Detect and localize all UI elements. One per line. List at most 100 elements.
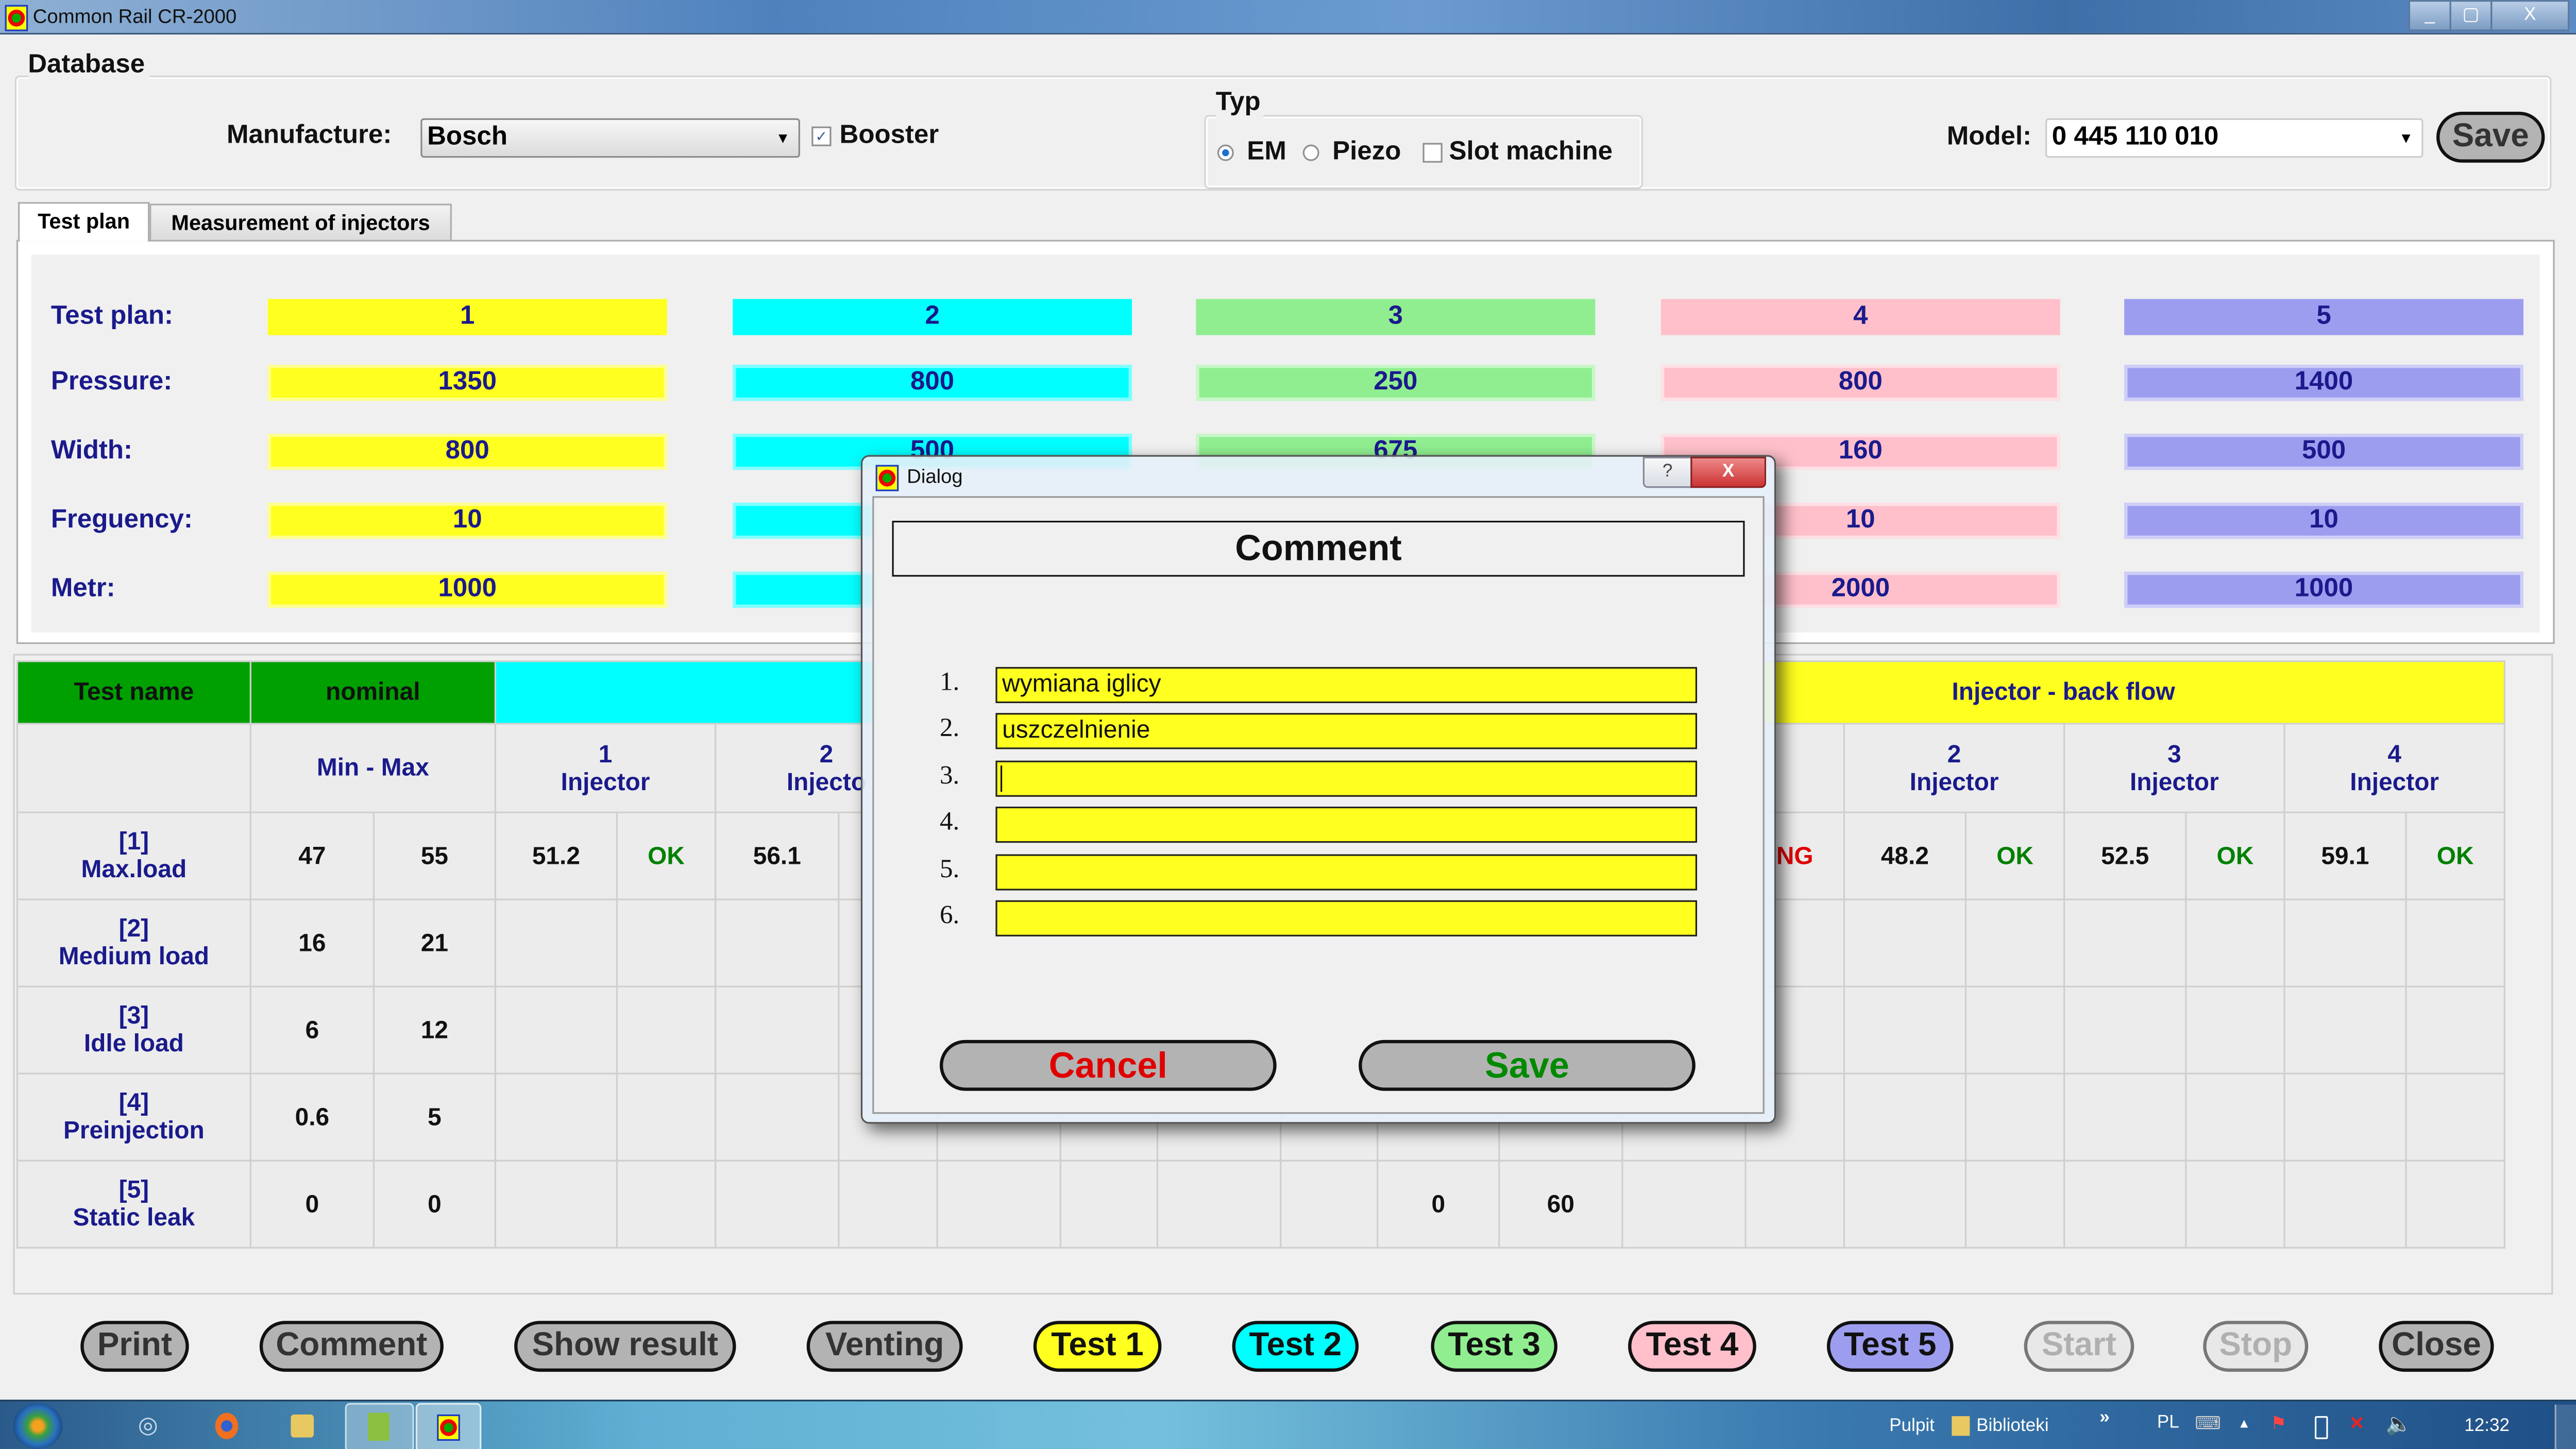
test-4-button[interactable]: Test 4 xyxy=(1628,1321,1756,1372)
model-label: Model: xyxy=(1946,123,2032,151)
subheader-min-max: Min - Max xyxy=(249,723,497,813)
value-cell xyxy=(2283,898,2407,987)
print-button[interactable]: Print xyxy=(80,1321,189,1372)
piezo-label: Piezo xyxy=(1332,138,1401,166)
dialog-save-button[interactable]: Save xyxy=(1359,1039,1696,1091)
start-button[interactable] xyxy=(13,1403,63,1449)
test-plan-value-field[interactable]: 1350 xyxy=(267,365,667,401)
value-cell xyxy=(2063,1160,2187,1249)
test-plan-value-field[interactable]: 500 xyxy=(2124,433,2523,470)
close-window-button[interactable]: X xyxy=(2490,0,2570,31)
dialog-title: Dialog xyxy=(907,465,963,488)
toolbar-chevron[interactable]: » xyxy=(2099,1408,2110,1427)
value-cell: 60 xyxy=(1498,1160,1623,1249)
header-nominal: nominal xyxy=(249,660,497,725)
comment-line-input[interactable]: wymiana iglicy xyxy=(995,667,1698,704)
libraries-icon xyxy=(1952,1416,1970,1436)
taskbar-app-cr2000[interactable] xyxy=(415,1403,482,1449)
test-plan-value-field[interactable]: 10 xyxy=(267,502,667,539)
value-cell xyxy=(2405,898,2505,987)
value-cell: 0.6 xyxy=(249,1072,375,1162)
keyboard-icon[interactable]: ⌨ xyxy=(2195,1413,2221,1434)
comment-line-input[interactable] xyxy=(995,760,1698,797)
language-indicator[interactable]: PL xyxy=(2157,1413,2179,1433)
model-save-button[interactable]: Save xyxy=(2436,111,2545,163)
manufacture-value: Bosch xyxy=(427,123,508,151)
test-plan-number: 4 xyxy=(1660,299,2060,335)
value-cell: 21 xyxy=(372,898,497,987)
tab-measurement-of-injectors[interactable]: Measurement of injectors xyxy=(149,203,452,240)
test-1-button[interactable]: Test 1 xyxy=(1033,1321,1162,1372)
slot-machine-label: Slot machine xyxy=(1449,138,1613,166)
battery-icon[interactable] xyxy=(2315,1416,2328,1439)
em-radio[interactable] xyxy=(1217,144,1234,161)
window-title: Common Rail CR-2000 xyxy=(32,5,237,28)
dialog-close-button[interactable]: X xyxy=(1690,456,1766,488)
test-plan-value-field[interactable]: 1400 xyxy=(2124,365,2523,401)
model-combobox[interactable]: 0 445 110 010 ▼ xyxy=(2045,118,2424,158)
volume-icon[interactable]: 🔈 xyxy=(2385,1411,2412,1438)
comment-line-input[interactable] xyxy=(995,900,1698,936)
test-plan-value-field[interactable]: 800 xyxy=(1660,365,2060,401)
comment-line-input[interactable] xyxy=(995,854,1698,890)
comment-line-input[interactable] xyxy=(995,807,1698,843)
subheader-injector: 4 Injector xyxy=(2283,723,2505,813)
close-button[interactable]: Close xyxy=(2379,1321,2494,1372)
subheader-injector: 2 Injector xyxy=(1843,723,2065,813)
value-cell xyxy=(1059,1160,1159,1249)
minimize-button[interactable]: _ xyxy=(2408,0,2451,31)
value-cell: 47 xyxy=(249,811,375,900)
test-5-button[interactable]: Test 5 xyxy=(1826,1321,1954,1372)
booster-checkbox[interactable]: ✓ xyxy=(811,126,832,146)
comment-line-input[interactable]: uszczelnienie xyxy=(995,713,1698,750)
show-desktop-button[interactable] xyxy=(2554,1404,2576,1449)
tab-test-plan[interactable]: Test plan xyxy=(18,202,150,242)
firefox-icon[interactable] xyxy=(215,1412,239,1439)
toolbar-biblioteki[interactable]: Biblioteki xyxy=(1976,1416,2048,1436)
value-cell xyxy=(2185,898,2285,987)
value-cell xyxy=(715,985,840,1075)
value-cell: 48.2 xyxy=(1843,811,1967,900)
clock[interactable]: 12:32 xyxy=(2464,1416,2510,1436)
show-hidden-icons-icon[interactable]: ▲ xyxy=(2238,1416,2250,1431)
test-2-button[interactable]: Test 2 xyxy=(1232,1321,1359,1372)
test-plan-value-field[interactable]: 250 xyxy=(1196,365,1596,401)
toolbar-pulpit[interactable]: Pulpit xyxy=(1889,1416,1935,1436)
comment-line-number: 3. xyxy=(939,762,960,790)
test-3-button[interactable]: Test 3 xyxy=(1431,1321,1557,1372)
test-plan-value-field[interactable]: 800 xyxy=(267,433,667,470)
stop-button[interactable]: Stop xyxy=(2203,1321,2309,1372)
folder-icon[interactable] xyxy=(291,1414,314,1438)
start-button[interactable]: Start xyxy=(2024,1321,2134,1372)
test-plan-value-field[interactable]: 800 xyxy=(733,365,1132,401)
maximize-button[interactable]: ▢ xyxy=(2449,0,2493,31)
value-cell xyxy=(1964,1160,2065,1249)
show-result-button[interactable]: Show result xyxy=(514,1321,736,1372)
test-plan-number: 3 xyxy=(1196,299,1596,335)
value-cell: 55 xyxy=(372,811,497,900)
slot-machine-checkbox[interactable] xyxy=(1422,143,1443,163)
ie-icon[interactable]: ◎ xyxy=(138,1411,158,1439)
test-plan-value-field[interactable]: 1000 xyxy=(267,571,667,608)
value-cell xyxy=(1280,1160,1379,1249)
test-plan-value-field[interactable]: 1000 xyxy=(2124,571,2523,608)
taskbar: ◎ Pulpit Biblioteki » PL ⌨ ▲ ⚑ ✕ 🔈 12:32 xyxy=(0,1400,2576,1449)
piezo-radio[interactable] xyxy=(1302,144,1319,161)
value-cell xyxy=(2283,985,2407,1075)
test-plan-row-label: Width: xyxy=(50,437,133,465)
manufacture-combobox[interactable]: Bosch ▼ xyxy=(420,118,800,158)
text-cursor xyxy=(1000,765,1003,792)
network-disconnected-icon[interactable]: ✕ xyxy=(2349,1413,2364,1434)
cancel-button[interactable]: Cancel xyxy=(939,1039,1277,1091)
value-cell xyxy=(494,1072,618,1162)
comment-button[interactable]: Comment xyxy=(259,1321,444,1372)
help-button[interactable]: ? xyxy=(1642,456,1692,488)
value-cell xyxy=(616,1160,717,1249)
comment-line-number: 2. xyxy=(939,715,960,743)
taskbar-app-tool[interactable] xyxy=(345,1403,414,1449)
comment-line-number: 6. xyxy=(939,901,960,930)
venting-button[interactable]: Venting xyxy=(806,1321,963,1372)
value-cell: 0 xyxy=(372,1160,497,1249)
test-plan-value-field[interactable]: 10 xyxy=(2124,502,2523,539)
action-center-flag-icon[interactable]: ⚑ xyxy=(2270,1413,2286,1434)
